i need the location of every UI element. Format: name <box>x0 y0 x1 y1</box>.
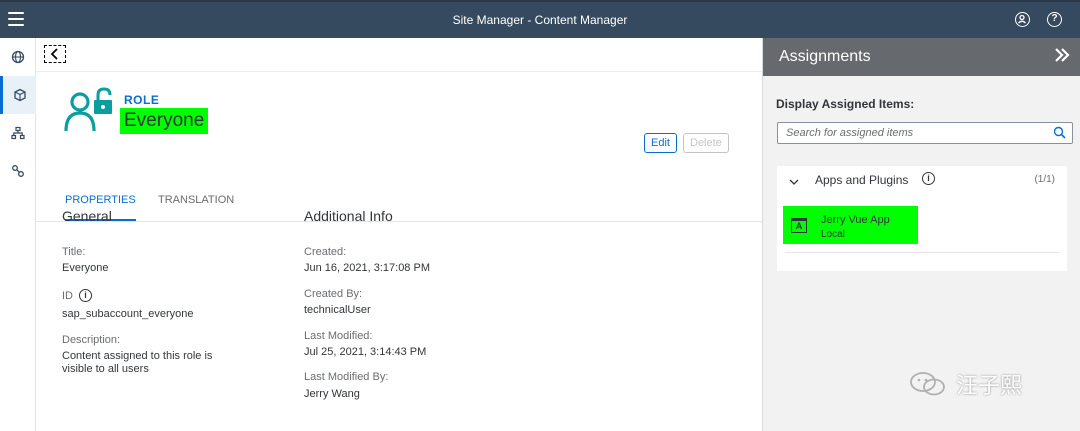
created-by-value: technicalUser <box>304 304 371 316</box>
shell-bar: Site Manager - Content Manager ? <box>0 0 1080 38</box>
assignments-header: Assignments <box>763 38 1080 76</box>
object-header: ROLE Everyone Edit Delete PROPERTIES TRA… <box>36 72 762 222</box>
divider <box>785 252 1059 253</box>
chevron-left-icon <box>50 48 58 60</box>
id-value: sap_subaccount_everyone <box>62 308 194 320</box>
package-icon[interactable] <box>0 76 36 114</box>
last-modified-by-label: Last Modified By: <box>304 371 389 383</box>
general-heading: General <box>62 208 112 224</box>
chevron-down-icon[interactable] <box>789 178 799 189</box>
description-value-line2: visible to all users <box>62 363 149 375</box>
display-assigned-items-label: Display Assigned Items: <box>776 97 915 111</box>
created-by-label: Created By: <box>304 288 363 300</box>
title-label: Title: <box>62 246 86 258</box>
last-modified-label: Last Modified: <box>304 330 373 342</box>
role-unlocked-icon <box>64 87 114 135</box>
info-icon[interactable]: i <box>922 172 935 185</box>
app-name: Jerry Vue App <box>821 214 890 226</box>
info-icon[interactable]: i <box>79 289 92 302</box>
delete-button[interactable]: Delete <box>683 133 729 153</box>
object-type-label: ROLE <box>124 93 160 107</box>
description-label: Description: <box>62 334 121 346</box>
created-label: Created: <box>304 246 347 258</box>
search-icon[interactable] <box>1053 126 1066 144</box>
group-title: Apps and Plugins <box>815 173 909 187</box>
id-label: ID <box>62 290 73 302</box>
last-modified-value: Jul 25, 2021, 3:14:43 PM <box>304 346 427 358</box>
wechat-icon <box>908 370 948 398</box>
nav-bar <box>36 38 762 72</box>
watermark-text: 汪子熙 <box>956 374 1023 399</box>
app-icon: A <box>791 218 807 233</box>
back-button[interactable] <box>44 45 66 63</box>
search-field[interactable] <box>777 122 1073 144</box>
search-input[interactable] <box>778 123 1038 143</box>
globe-icon[interactable] <box>0 38 36 76</box>
watermark: 汪子熙 <box>908 368 1022 400</box>
title-value: Everyone <box>62 262 109 274</box>
tab-divider <box>36 221 762 222</box>
group-count: (1/1) <box>1034 174 1055 185</box>
role-detail-page: ROLE Everyone Edit Delete PROPERTIES TRA… <box>36 38 762 431</box>
edit-button[interactable]: Edit <box>644 133 677 153</box>
description-value-line1: Content assigned to this role is <box>62 350 213 362</box>
apps-and-plugins-group: Apps and Plugins i (1/1) A Jerry Vue App… <box>777 166 1067 271</box>
side-navigation <box>0 38 36 431</box>
collapse-panel-icon[interactable] <box>1053 46 1071 69</box>
assigned-app-item[interactable]: A Jerry Vue App Local <box>783 206 918 244</box>
connection-icon[interactable] <box>0 152 36 190</box>
created-value: Jun 16, 2021, 3:17:08 PM <box>304 262 430 274</box>
role-title: Everyone <box>120 108 209 134</box>
tab-translation[interactable]: TRANSLATION <box>158 194 234 222</box>
help-icon[interactable]: ? <box>1047 12 1062 27</box>
assignments-title: Assignments <box>779 48 871 65</box>
app-title: Site Manager - Content Manager <box>452 13 628 27</box>
app-scope: Local <box>821 229 845 240</box>
additional-info-heading: Additional Info <box>304 208 393 224</box>
sitemap-icon[interactable] <box>0 114 36 152</box>
last-modified-by-value: Jerry Wang <box>304 388 360 400</box>
user-circle-icon[interactable] <box>1015 12 1030 27</box>
